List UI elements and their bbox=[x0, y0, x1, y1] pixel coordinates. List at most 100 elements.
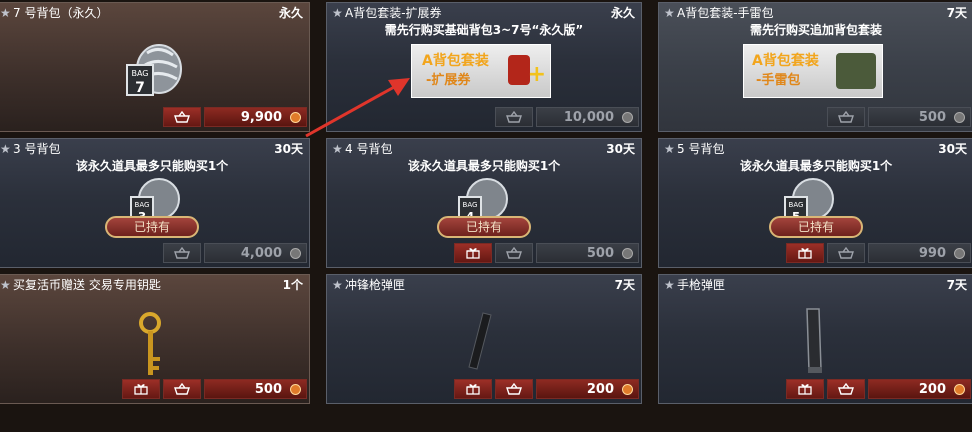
gift-icon bbox=[798, 384, 812, 395]
price-value: 200 bbox=[586, 381, 614, 397]
purchase-note: 该永久道具最多只能购买1个 bbox=[407, 159, 561, 173]
gift-button[interactable] bbox=[454, 379, 492, 399]
item-name: 5 号背包 bbox=[677, 142, 725, 156]
star-icon[interactable]: ★ bbox=[664, 142, 675, 156]
cart-icon bbox=[838, 383, 854, 395]
item-duration: 7天 bbox=[614, 278, 635, 292]
star-icon[interactable]: ★ bbox=[664, 278, 675, 292]
coin-icon bbox=[290, 248, 301, 259]
expand-voucher-banner: A背包套装 -扩展券 + bbox=[411, 44, 551, 98]
buy-button[interactable]: 500 bbox=[204, 379, 307, 399]
star-icon[interactable]: ★ bbox=[0, 142, 11, 156]
cart-button[interactable] bbox=[495, 107, 533, 127]
item-card[interactable]: ★ 手枪弹匣 7天 200 bbox=[658, 274, 972, 404]
item-card[interactable]: ★ 冲锋枪弹匣 7天 200 bbox=[326, 274, 642, 404]
cart-button[interactable] bbox=[163, 243, 201, 263]
gift-icon bbox=[798, 248, 812, 259]
item-duration: 30天 bbox=[606, 142, 635, 156]
smg-magazine-icon bbox=[465, 311, 495, 375]
star-icon[interactable]: ★ bbox=[664, 6, 675, 20]
cart-button[interactable] bbox=[827, 243, 865, 263]
price-value: 500 bbox=[254, 381, 282, 397]
buy-button[interactable]: 10,000 bbox=[536, 107, 639, 127]
banner-title: A背包套装 bbox=[422, 53, 489, 69]
item-name: 4 号背包 bbox=[345, 142, 393, 156]
star-icon[interactable]: ★ bbox=[332, 6, 343, 20]
item-duration: 30天 bbox=[274, 142, 303, 156]
price-value: 500 bbox=[586, 245, 614, 261]
purchase-note: 该永久道具最多只能购买1个 bbox=[75, 159, 229, 173]
item-card[interactable]: ★ 5 号背包 30天 该永久道具最多只能购买1个 BAG 5 已持有 990 bbox=[658, 138, 972, 268]
star-icon[interactable]: ★ bbox=[332, 142, 343, 156]
gift-button[interactable] bbox=[786, 243, 824, 263]
item-name: 7 号背包（永久） bbox=[13, 6, 109, 20]
item-duration: 7天 bbox=[946, 278, 967, 292]
purchase-note: 需先行购买追加背包套装 bbox=[749, 23, 882, 37]
grenade-pack-banner: A背包套装 -手雷包 bbox=[743, 44, 883, 98]
cart-button[interactable] bbox=[495, 243, 533, 263]
cart-button[interactable] bbox=[495, 379, 533, 399]
cart-icon bbox=[506, 383, 522, 395]
coin-icon bbox=[954, 112, 965, 123]
item-card[interactable]: ★ 买复活币赠送 交易专用钥匙 1个 500 bbox=[0, 274, 310, 404]
svg-text:BAG: BAG bbox=[135, 201, 150, 209]
star-icon[interactable]: ★ bbox=[0, 278, 11, 292]
coin-icon bbox=[954, 248, 965, 259]
coin-icon bbox=[290, 384, 301, 395]
buy-button[interactable]: 200 bbox=[536, 379, 639, 399]
cart-button[interactable] bbox=[827, 379, 865, 399]
cart-icon bbox=[174, 383, 190, 395]
coin-icon bbox=[290, 112, 301, 123]
item-name: A背包套装-扩展券 bbox=[345, 6, 442, 20]
buy-button[interactable]: 4,000 bbox=[204, 243, 307, 263]
buy-button[interactable]: 9,900 bbox=[204, 107, 307, 127]
price-value: 500 bbox=[918, 109, 946, 125]
svg-text:BAG: BAG bbox=[789, 201, 804, 209]
banner-subtitle: -手雷包 bbox=[756, 73, 801, 88]
backpack-icon: BAG 7 bbox=[125, 41, 185, 103]
gift-icon bbox=[466, 384, 480, 395]
owned-badge: 已持有 bbox=[769, 216, 863, 238]
buy-button[interactable]: 200 bbox=[868, 379, 971, 399]
action-bar: 9,900 bbox=[163, 106, 307, 128]
item-card[interactable]: ★ 4 号背包 30天 该永久道具最多只能购买1个 BAG 4 已持有 500 bbox=[326, 138, 642, 268]
item-card[interactable]: ★ A背包套装-扩展券 永久 需先行购买基础背包3~7号“永久版” A背包套装 … bbox=[326, 2, 642, 132]
svg-text:BAG: BAG bbox=[463, 201, 478, 209]
gift-button[interactable] bbox=[454, 243, 492, 263]
cart-icon bbox=[838, 247, 854, 259]
buy-button[interactable]: 500 bbox=[868, 107, 971, 127]
gift-icon bbox=[466, 248, 480, 259]
buy-button[interactable]: 500 bbox=[536, 243, 639, 263]
pistol-magazine-icon bbox=[799, 307, 829, 381]
purchase-note: 该永久道具最多只能购买1个 bbox=[739, 159, 893, 173]
action-bar: 10,000 bbox=[495, 106, 639, 128]
item-card[interactable]: ★ 3 号背包 30天 该永久道具最多只能购买1个 BAG 3 已持有 4,00… bbox=[0, 138, 310, 268]
price-value: 200 bbox=[918, 381, 946, 397]
action-bar: 500 bbox=[827, 106, 971, 128]
cart-icon bbox=[174, 247, 190, 259]
item-duration: 永久 bbox=[610, 6, 635, 20]
coin-icon bbox=[622, 248, 633, 259]
banner-title: A背包套装 bbox=[752, 53, 819, 69]
gift-button[interactable] bbox=[122, 379, 160, 399]
item-duration: 7天 bbox=[946, 6, 967, 20]
star-icon[interactable]: ★ bbox=[0, 6, 11, 20]
cart-button[interactable] bbox=[163, 107, 201, 127]
coin-icon bbox=[622, 384, 633, 395]
item-card[interactable]: ★ 7 号背包（永久） 永久 BAG 7 9,900 bbox=[0, 2, 310, 132]
star-icon[interactable]: ★ bbox=[332, 278, 343, 292]
price-value: 9,900 bbox=[240, 109, 282, 125]
item-duration: 1个 bbox=[282, 278, 303, 292]
item-name: 冲锋枪弹匣 bbox=[345, 278, 406, 292]
item-card[interactable]: ★ A背包套装-手雷包 7天 需先行购买追加背包套装 A背包套装 -手雷包 50… bbox=[658, 2, 972, 132]
item-duration: 30天 bbox=[938, 142, 967, 156]
cart-button[interactable] bbox=[827, 107, 865, 127]
item-duration: 永久 bbox=[278, 6, 303, 20]
action-bar: 4,000 bbox=[163, 242, 307, 264]
gift-button[interactable] bbox=[786, 379, 824, 399]
item-name: 3 号背包 bbox=[13, 142, 61, 156]
cart-icon bbox=[506, 111, 522, 123]
item-name: A背包套装-手雷包 bbox=[677, 6, 774, 20]
buy-button[interactable]: 990 bbox=[868, 243, 971, 263]
cart-button[interactable] bbox=[163, 379, 201, 399]
